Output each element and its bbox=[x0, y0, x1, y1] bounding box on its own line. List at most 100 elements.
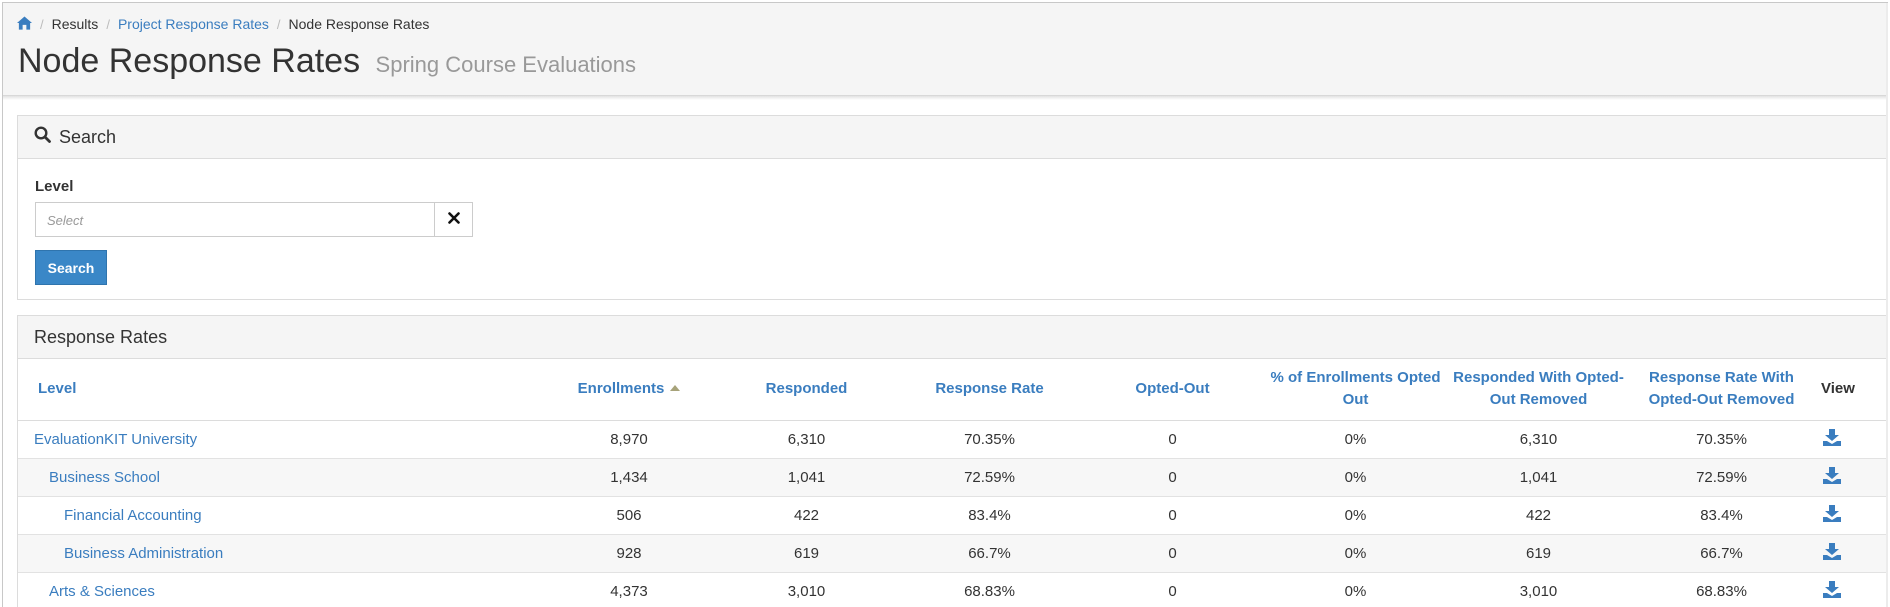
page-header: / Results / Project Response Rates / Nod… bbox=[3, 3, 1888, 96]
breadcrumb-current: Node Response Rates bbox=[288, 16, 430, 32]
clear-level-button[interactable] bbox=[435, 202, 473, 237]
cell-level: Financial Accounting bbox=[18, 496, 543, 535]
breadcrumb-separator: / bbox=[106, 16, 110, 32]
cell-enrollments: 4,373 bbox=[543, 572, 715, 607]
cell-responded-removed: 1,041 bbox=[1447, 458, 1630, 497]
cell-rate-removed: 68.83% bbox=[1630, 572, 1813, 607]
download-icon[interactable] bbox=[1823, 428, 1841, 450]
search-panel-heading: Search bbox=[18, 116, 1888, 159]
search-icon bbox=[34, 126, 59, 148]
cell-pct-opted-out: 0% bbox=[1264, 534, 1447, 573]
table-header-row: Level Enrollments Responded Response Rat… bbox=[18, 359, 1888, 421]
col-enrollments-label: Enrollments bbox=[577, 380, 665, 398]
level-link[interactable]: Business School bbox=[49, 469, 160, 486]
cell-responded-removed: 422 bbox=[1447, 496, 1630, 535]
cell-responded: 6,310 bbox=[715, 420, 898, 459]
cell-responded: 619 bbox=[715, 534, 898, 573]
col-enrollments[interactable]: Enrollments bbox=[543, 359, 715, 421]
cell-view bbox=[1813, 534, 1888, 573]
download-icon[interactable] bbox=[1823, 504, 1841, 526]
cell-response-rate: 66.7% bbox=[898, 534, 1081, 573]
search-panel: Search Level Select Search bbox=[17, 115, 1888, 300]
cell-pct-opted-out: 0% bbox=[1264, 458, 1447, 497]
search-button[interactable]: Search bbox=[35, 250, 107, 285]
home-icon[interactable] bbox=[17, 15, 32, 33]
level-link[interactable]: Financial Accounting bbox=[64, 507, 202, 524]
level-link[interactable]: Arts & Sciences bbox=[49, 583, 155, 600]
cell-responded: 3,010 bbox=[715, 572, 898, 607]
breadcrumb-separator: / bbox=[40, 16, 44, 32]
table-row: Business Administration 928 619 66.7% 0 0% 619… bbox=[18, 534, 1888, 573]
cell-opted-out: 0 bbox=[1081, 572, 1264, 607]
page-frame: / Results / Project Response Rates / Nod… bbox=[2, 2, 1888, 607]
cell-response-rate: 68.83% bbox=[898, 572, 1081, 607]
cell-opted-out: 0 bbox=[1081, 420, 1264, 459]
cell-level: Business Administration bbox=[18, 534, 543, 573]
cell-response-rate: 72.59% bbox=[898, 458, 1081, 497]
cell-opted-out: 0 bbox=[1081, 534, 1264, 573]
level-link[interactable]: EvaluationKIT University bbox=[34, 431, 197, 448]
cell-responded-removed: 3,010 bbox=[1447, 572, 1630, 607]
cell-view bbox=[1813, 458, 1888, 497]
table-row: Arts & Sciences 4,373 3,010 68.83% 0 0% 3,010 6… bbox=[18, 572, 1888, 607]
cell-view bbox=[1813, 496, 1888, 535]
col-opted-out[interactable]: Opted-Out bbox=[1081, 359, 1264, 421]
header-shadow bbox=[3, 96, 1888, 100]
table-row: EvaluationKIT University 8,970 6,310 70.35%… bbox=[18, 420, 1888, 459]
cell-opted-out: 0 bbox=[1081, 458, 1264, 497]
cell-enrollments: 506 bbox=[543, 496, 715, 535]
download-icon[interactable] bbox=[1823, 580, 1841, 602]
close-icon bbox=[447, 211, 460, 229]
response-rates-table: Level Enrollments Responded Response Rat… bbox=[18, 359, 1888, 607]
breadcrumb: / Results / Project Response Rates / Nod… bbox=[17, 15, 429, 33]
cell-view bbox=[1813, 420, 1888, 459]
breadcrumb-separator: / bbox=[276, 16, 281, 32]
col-level[interactable]: Level bbox=[18, 359, 543, 421]
sort-asc-icon bbox=[670, 385, 681, 392]
response-rates-title: Response Rates bbox=[34, 326, 168, 347]
cell-enrollments: 8,970 bbox=[543, 420, 715, 459]
cell-response-rate: 83.4% bbox=[898, 496, 1081, 535]
cell-responded: 422 bbox=[715, 496, 898, 535]
col-rate-removed[interactable]: Response Rate With Opted-Out Removed bbox=[1630, 359, 1813, 421]
cell-opted-out: 0 bbox=[1081, 496, 1264, 535]
cell-enrollments: 1,434 bbox=[543, 458, 715, 497]
page-title-text: Node Response Rates bbox=[18, 42, 361, 80]
col-response-rate[interactable]: Response Rate bbox=[898, 359, 1081, 421]
cell-level: EvaluationKIT University bbox=[18, 420, 543, 459]
level-select[interactable]: Select bbox=[35, 202, 435, 237]
table-row: Financial Accounting 506 422 83.4% 0 0% 422 83.… bbox=[18, 496, 1888, 535]
cell-rate-removed: 70.35% bbox=[1630, 420, 1813, 459]
cell-responded: 1,041 bbox=[715, 458, 898, 497]
page-subtitle: Spring Course Evaluations bbox=[375, 52, 637, 77]
page-title: Node Response Rates Spring Course Evalua… bbox=[18, 42, 636, 81]
table-row: Business School 1,434 1,041 72.59% 0 0% 1,041 7… bbox=[18, 458, 1888, 497]
cell-pct-opted-out: 0% bbox=[1264, 496, 1447, 535]
col-view: View bbox=[1813, 359, 1888, 421]
level-label: Level bbox=[35, 178, 74, 195]
download-icon[interactable] bbox=[1823, 466, 1841, 488]
cell-pct-opted-out: 0% bbox=[1264, 572, 1447, 607]
scrollbar[interactable] bbox=[1886, 3, 1888, 607]
cell-enrollments: 928 bbox=[543, 534, 715, 573]
breadcrumb-project-response-rates[interactable]: Project Response Rates bbox=[118, 16, 269, 32]
level-link[interactable]: Business Administration bbox=[64, 545, 223, 562]
cell-level: Business School bbox=[18, 458, 543, 497]
cell-rate-removed: 83.4% bbox=[1630, 496, 1813, 535]
cell-view bbox=[1813, 572, 1888, 607]
col-pct-opted-out[interactable]: % of Enrollments Opted Out bbox=[1264, 359, 1447, 421]
download-icon[interactable] bbox=[1823, 542, 1841, 564]
cell-pct-opted-out: 0% bbox=[1264, 420, 1447, 459]
cell-level: Arts & Sciences bbox=[18, 572, 543, 607]
cell-response-rate: 70.35% bbox=[898, 420, 1081, 459]
cell-responded-removed: 6,310 bbox=[1447, 420, 1630, 459]
col-responded[interactable]: Responded bbox=[715, 359, 898, 421]
col-responded-removed[interactable]: Responded With Opted-Out Removed bbox=[1447, 359, 1630, 421]
cell-rate-removed: 66.7% bbox=[1630, 534, 1813, 573]
breadcrumb-results: Results bbox=[51, 16, 99, 32]
search-heading: Search bbox=[59, 126, 117, 147]
response-rates-heading: Response Rates bbox=[18, 316, 1888, 359]
response-rates-panel: Response Rates Level Enrollments Respond… bbox=[17, 315, 1888, 607]
cell-rate-removed: 72.59% bbox=[1630, 458, 1813, 497]
cell-responded-removed: 619 bbox=[1447, 534, 1630, 573]
